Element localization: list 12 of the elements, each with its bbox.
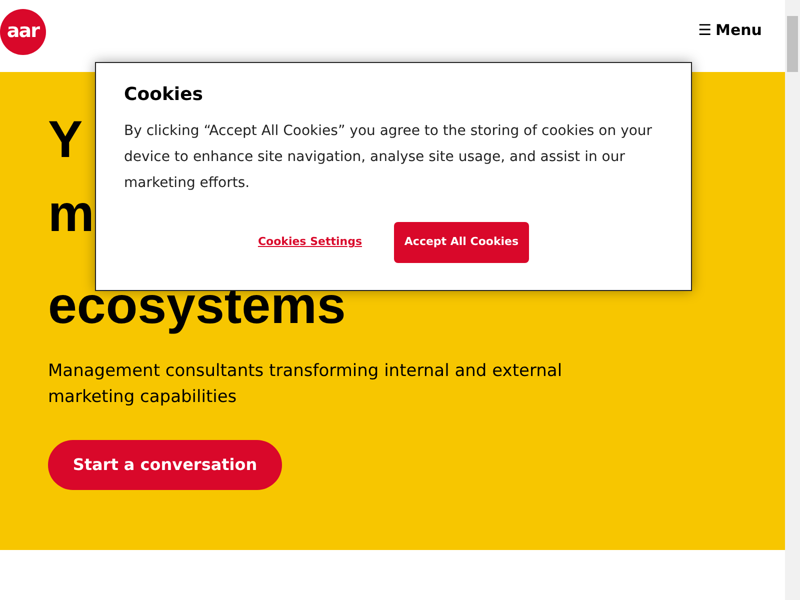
- cookie-text: By clicking “Accept All Cookies” you agree to the storing of cookies on your device to enhance site navigation, analyse site usage, and assist in our marketing efforts.: [124, 122, 654, 193]
- headline-line: ecosystems: [48, 276, 346, 336]
- logo[interactable]: aar: [0, 8, 46, 54]
- start-conversation-button[interactable]: Start a conversation: [48, 440, 282, 490]
- cookies-settings-link[interactable]: Cookies Settings: [258, 234, 362, 251]
- scrollbar[interactable]: [785, 0, 800, 600]
- accept-cookies-button[interactable]: Accept All Cookies: [394, 222, 529, 263]
- menu-button[interactable]: ☰ Menu: [698, 18, 762, 42]
- hero-subtitle: Management consultants transforming internal and external marketing capabilities: [48, 360, 564, 409]
- headline-line: m: [48, 184, 94, 244]
- headline-line: Y: [48, 110, 83, 170]
- dialog-title: Cookies: [124, 83, 204, 107]
